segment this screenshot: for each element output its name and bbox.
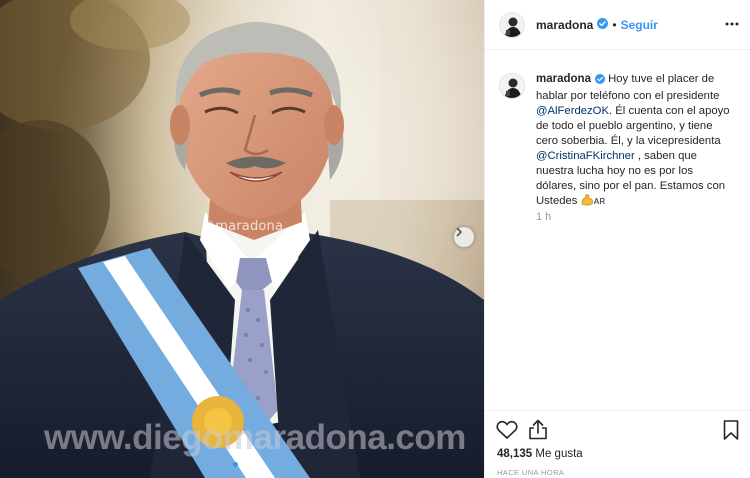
bookmark-button[interactable]	[723, 420, 739, 445]
follow-button[interactable]: Seguir	[621, 18, 658, 32]
header-username[interactable]: maradona	[536, 18, 593, 32]
avatar-image	[500, 74, 524, 98]
caption-avatar[interactable]	[499, 73, 525, 99]
caption-text: maradona Hoy tuve el placer de hablar po…	[536, 72, 731, 209]
likes-number: 48,135	[497, 448, 533, 460]
verified-badge-icon	[594, 74, 605, 89]
carousel-dot-1	[233, 462, 238, 467]
caption-comment: maradona Hoy tuve el placer de hablar po…	[499, 72, 739, 209]
mention-alferdezok[interactable]: @AlFerdezOK	[536, 105, 609, 117]
share-icon	[529, 419, 547, 440]
likes-label: Me gusta	[535, 448, 583, 460]
photo-credit: ©maradona	[202, 219, 284, 234]
post-sidebar: maradona • Seguir maradona Hoy tuve el p…	[484, 0, 750, 478]
more-options-icon	[725, 22, 739, 26]
flexed-biceps-emoji	[581, 194, 594, 207]
comment-timestamp[interactable]: 1 h	[536, 211, 551, 223]
more-options-button[interactable]	[725, 17, 739, 36]
like-count[interactable]: 48,135 Me gusta	[497, 448, 583, 460]
share-button[interactable]	[528, 419, 548, 445]
carousel-dot-2	[241, 462, 246, 467]
carousel-indicator	[233, 462, 246, 467]
portrait-illustration	[0, 0, 484, 478]
like-button[interactable]	[496, 420, 518, 445]
heart-icon	[496, 420, 518, 439]
next-arrow-icon	[456, 227, 462, 237]
bookmark-icon	[723, 420, 739, 440]
mention-cristinafkirchner[interactable]: @CristinaFKirchner	[536, 150, 635, 162]
flag-emoji-text: AR	[593, 197, 606, 206]
post-actions: 48,135 Me gusta HACE UNA HORA	[485, 410, 750, 478]
verified-badge-icon	[597, 16, 609, 34]
header-separator: •	[612, 17, 617, 32]
photo-watermark: www.diegomaradona.com	[44, 418, 466, 457]
post-header: maradona • Seguir	[485, 0, 750, 50]
avatar[interactable]	[499, 11, 525, 38]
post-photo[interactable]: ©maradona www.diegomaradona.com	[0, 0, 484, 478]
post-date[interactable]: HACE UNA HORA	[497, 468, 564, 477]
next-photo-button[interactable]	[454, 227, 474, 247]
avatar-image	[500, 12, 524, 37]
caption-username[interactable]: maradona	[536, 73, 591, 85]
